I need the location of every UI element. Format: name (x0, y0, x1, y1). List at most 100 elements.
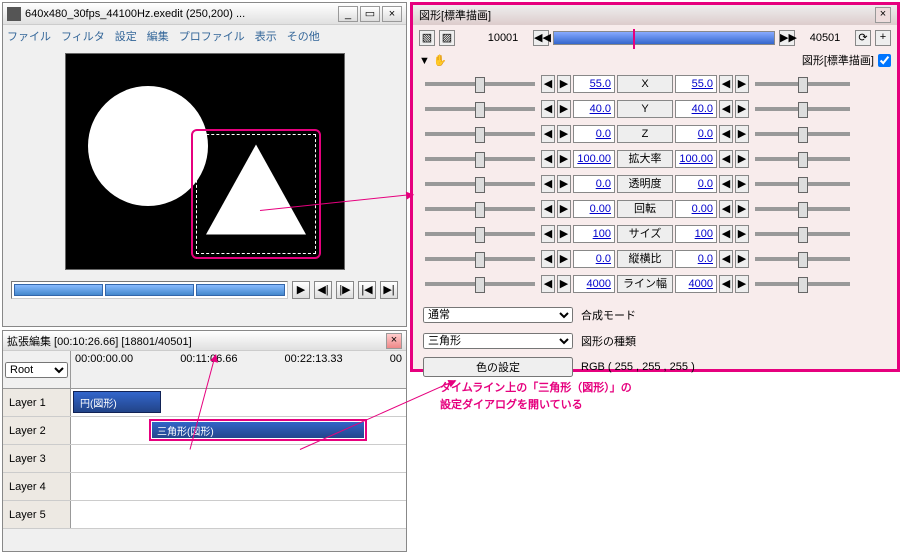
value-right[interactable]: 55.0 (675, 75, 717, 93)
value-left[interactable]: 0.0 (573, 250, 615, 268)
layer-label-2[interactable]: Layer 2 (3, 417, 71, 444)
slider-right[interactable] (755, 182, 850, 186)
inc-right-button[interactable]: ▶ (735, 225, 749, 243)
clip-triangle[interactable]: 三角形(図形) (149, 419, 367, 441)
menu-profile[interactable]: プロファイル (179, 28, 245, 44)
last-button[interactable]: ▶| (380, 281, 398, 299)
dec-left-button[interactable]: ◀ (541, 250, 555, 268)
shape-triangle-selection[interactable] (191, 129, 321, 259)
dec-right-button[interactable]: ◀ (719, 275, 733, 293)
value-right[interactable]: 0.00 (675, 200, 717, 218)
inc-left-button[interactable]: ▶ (557, 275, 571, 293)
layer-up-icon[interactable]: ▧ (419, 30, 435, 46)
value-left[interactable]: 100.00 (573, 150, 615, 168)
seek-prev-button[interactable]: ◀◀ (533, 30, 549, 46)
value-right[interactable]: 0.0 (675, 250, 717, 268)
inc-left-button[interactable]: ▶ (557, 225, 571, 243)
inc-right-button[interactable]: ▶ (735, 125, 749, 143)
enable-checkbox[interactable] (878, 54, 891, 67)
dec-left-button[interactable]: ◀ (541, 275, 555, 293)
menu-view[interactable]: 表示 (255, 28, 277, 44)
value-left[interactable]: 0.0 (573, 175, 615, 193)
maximize-button[interactable]: ▭ (360, 6, 380, 22)
dec-left-button[interactable]: ◀ (541, 75, 555, 93)
slider-left[interactable] (425, 182, 535, 186)
menu-file[interactable]: ファイル (7, 28, 51, 44)
scrub-bar[interactable] (11, 281, 288, 299)
blend-mode-select[interactable]: 通常 (423, 307, 573, 323)
next-button[interactable]: |▶ (336, 281, 354, 299)
value-left[interactable]: 0.0 (573, 125, 615, 143)
slider-left[interactable] (425, 157, 535, 161)
prop-label[interactable]: サイズ (617, 225, 673, 243)
close-button[interactable]: × (382, 6, 402, 22)
slider-right[interactable] (755, 157, 850, 161)
slider-right[interactable] (755, 82, 850, 86)
preview-canvas[interactable] (65, 53, 345, 270)
slider-right[interactable] (755, 232, 850, 236)
menu-edit[interactable]: 編集 (147, 28, 169, 44)
slider-right[interactable] (755, 107, 850, 111)
timeline-root[interactable]: Root (3, 351, 71, 388)
inc-right-button[interactable]: ▶ (735, 150, 749, 168)
track-4[interactable] (71, 473, 406, 500)
color-button[interactable]: 色の設定 (423, 357, 573, 377)
inc-right-button[interactable]: ▶ (735, 250, 749, 268)
value-right[interactable]: 0.0 (675, 175, 717, 193)
prop-label[interactable]: Z (617, 125, 673, 143)
prop-label[interactable]: 縦横比 (617, 250, 673, 268)
value-left[interactable]: 55.0 (573, 75, 615, 93)
shape-type-select[interactable]: 三角形 (423, 333, 573, 349)
inc-right-button[interactable]: ▶ (735, 275, 749, 293)
titlebar[interactable]: 640x480_30fps_44100Hz.exedit (250,200) .… (3, 3, 406, 25)
inc-left-button[interactable]: ▶ (557, 75, 571, 93)
inc-left-button[interactable]: ▶ (557, 250, 571, 268)
slider-left[interactable] (425, 232, 535, 236)
layer-down-icon[interactable]: ▨ (439, 30, 455, 46)
inc-left-button[interactable]: ▶ (557, 200, 571, 218)
track-2[interactable]: 三角形(図形) (71, 417, 406, 444)
timeline-titlebar[interactable]: 拡張編集 [00:10:26.66] [18801/40501] × (3, 331, 406, 351)
prop-label[interactable]: Y (617, 100, 673, 118)
dec-left-button[interactable]: ◀ (541, 225, 555, 243)
clip-circle[interactable]: 円(図形) (73, 391, 161, 413)
dec-right-button[interactable]: ◀ (719, 75, 733, 93)
value-right[interactable]: 100 (675, 225, 717, 243)
track-3[interactable] (71, 445, 406, 472)
inc-right-button[interactable]: ▶ (735, 75, 749, 93)
slider-left[interactable] (425, 257, 535, 261)
collapse-icon[interactable]: ▼ ✋ (419, 54, 447, 67)
value-right[interactable]: 100.00 (675, 150, 717, 168)
refresh-icon[interactable]: ⟳ (855, 30, 871, 46)
inc-right-button[interactable]: ▶ (735, 175, 749, 193)
slider-right[interactable] (755, 257, 850, 261)
slider-right[interactable] (755, 282, 850, 286)
frame-seek-bar[interactable] (553, 31, 775, 45)
value-left[interactable]: 0.00 (573, 200, 615, 218)
dec-right-button[interactable]: ◀ (719, 250, 733, 268)
minimize-button[interactable]: _ (338, 6, 358, 22)
dec-right-button[interactable]: ◀ (719, 175, 733, 193)
slider-right[interactable] (755, 132, 850, 136)
menu-settings[interactable]: 設定 (115, 28, 137, 44)
value-left[interactable]: 4000 (573, 275, 615, 293)
value-right[interactable]: 0.0 (675, 125, 717, 143)
add-icon[interactable]: + (875, 30, 891, 46)
props-close-button[interactable]: × (875, 7, 891, 23)
dec-right-button[interactable]: ◀ (719, 225, 733, 243)
dec-right-button[interactable]: ◀ (719, 125, 733, 143)
root-select[interactable]: Root (5, 362, 68, 378)
prop-label[interactable]: X (617, 75, 673, 93)
seek-next-button[interactable]: ▶▶ (779, 30, 795, 46)
timeline-ruler[interactable]: 00:00:00.00 00:11:06.66 00:22:13.33 00 (71, 351, 406, 388)
prop-label[interactable]: 回転 (617, 200, 673, 218)
prop-label[interactable]: ライン幅 (617, 275, 673, 293)
track-1[interactable]: 円(図形) (71, 389, 406, 416)
inc-left-button[interactable]: ▶ (557, 125, 571, 143)
dec-left-button[interactable]: ◀ (541, 200, 555, 218)
inc-left-button[interactable]: ▶ (557, 150, 571, 168)
track-5[interactable] (71, 501, 406, 528)
slider-left[interactable] (425, 132, 535, 136)
slider-left[interactable] (425, 82, 535, 86)
inc-left-button[interactable]: ▶ (557, 100, 571, 118)
